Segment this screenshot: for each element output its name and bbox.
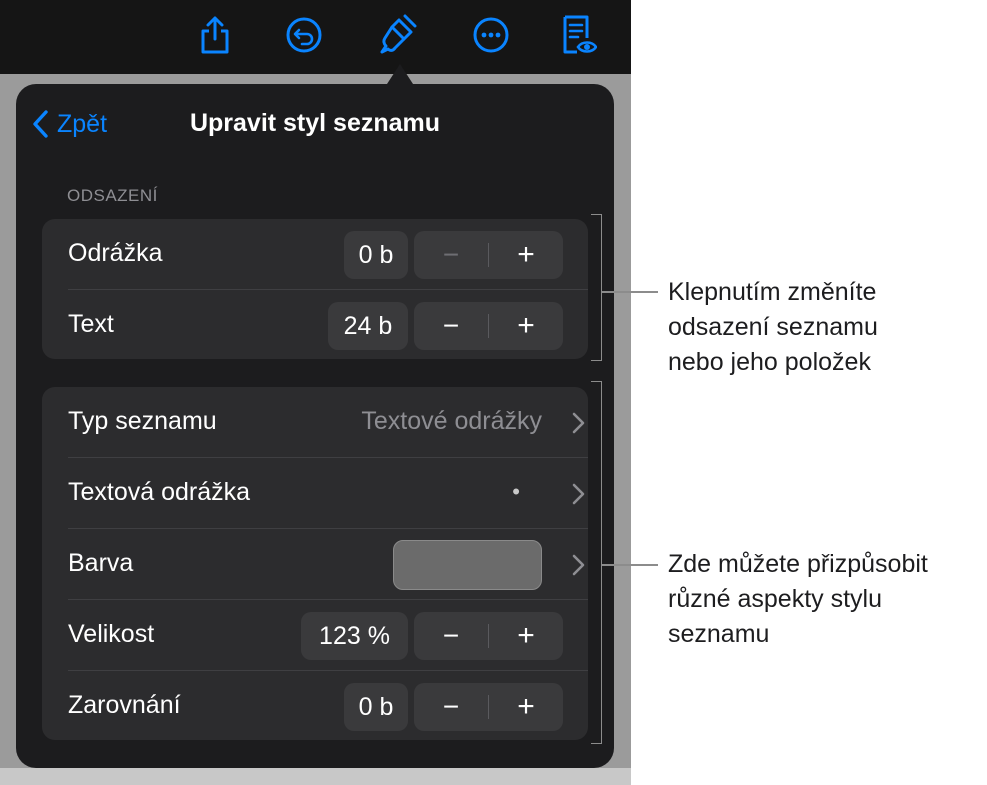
alignment-label: Zarovnání (68, 691, 181, 719)
chevron-right-icon (572, 412, 585, 434)
toolbar (0, 0, 631, 74)
size-stepper: − + (414, 612, 563, 660)
callout-line: různé aspekty stylu (668, 585, 882, 613)
text-bullet-label: Textová odrážka (68, 478, 251, 506)
indent-callout: Klepnutím změníte odsazení seznamu nebo … (668, 275, 878, 380)
list-style-popover: Zpět Upravit styl seznamu ODSAZENÍ Odráž… (16, 84, 614, 768)
style-callout: Zde můžete přizpůsobit různé aspekty sty… (668, 547, 928, 652)
more-icon[interactable] (469, 13, 513, 57)
popover-arrow (387, 64, 413, 84)
format-brush-icon[interactable] (375, 13, 419, 57)
text-indent-row: Text 24 b − + (68, 290, 588, 359)
size-row: Velikost 123 % − + (68, 600, 588, 671)
indent-group: Odrážka 0 b − + Text 24 b − + (42, 219, 588, 359)
bullet-indent-row: Odrážka 0 b − + (68, 219, 588, 290)
indent-bracket (591, 214, 602, 361)
style-group: Typ seznamu Textové odrážky Textová odrá… (42, 387, 588, 740)
section-header-indent: ODSAZENÍ (67, 186, 158, 205)
callout-line: odsazení seznamu (668, 313, 878, 341)
minus-icon: − (442, 691, 460, 722)
increment-button[interactable]: + (489, 683, 563, 731)
plus-icon: + (517, 690, 535, 723)
list-type-label: Typ seznamu (68, 407, 217, 435)
color-row[interactable]: Barva (68, 529, 588, 600)
text-indent-value[interactable]: 24 b (328, 302, 408, 350)
chevron-right-icon (572, 483, 585, 505)
style-bracket (591, 381, 602, 744)
size-label: Velikost (68, 620, 155, 648)
size-value[interactable]: 123 % (301, 612, 408, 660)
text-indent-label: Text (68, 310, 114, 338)
device-screen: Zpět Upravit styl seznamu ODSAZENÍ Odráž… (0, 0, 631, 785)
plus-icon: + (517, 619, 535, 652)
color-swatch[interactable] (393, 540, 542, 590)
text-indent-stepper: − + (414, 302, 563, 350)
chevron-right-icon (572, 554, 585, 576)
decrement-button[interactable]: − (414, 683, 488, 731)
decrement-button[interactable]: − (414, 302, 488, 350)
list-type-row[interactable]: Typ seznamu Textové odrážky (68, 387, 588, 458)
share-icon[interactable] (193, 13, 237, 57)
list-type-value: Textové odrážky (361, 407, 542, 435)
plus-icon: + (517, 238, 535, 271)
callout-line: seznamu (668, 620, 770, 648)
plus-icon: + (517, 309, 535, 342)
text-bullet-value: • (512, 479, 520, 504)
popover-title: Upravit styl seznamu (189, 109, 441, 137)
screen-bottom-edge (0, 768, 631, 785)
text-bullet-row[interactable]: Textová odrážka • (68, 458, 588, 529)
indent-leader-line (602, 291, 658, 293)
alignment-row: Zarovnání 0 b − + (68, 671, 588, 740)
minus-icon: − (442, 310, 460, 341)
minus-icon: − (442, 620, 460, 651)
alignment-stepper: − + (414, 683, 563, 731)
alignment-value[interactable]: 0 b (344, 683, 408, 731)
reader-view-icon[interactable] (557, 13, 601, 57)
callout-line: nebo jeho položek (668, 348, 871, 376)
increment-button[interactable]: + (489, 612, 563, 660)
bullet-indent-value[interactable]: 0 b (344, 231, 408, 279)
callout-line: Zde můžete přizpůsobit (668, 550, 928, 578)
bullet-indent-label: Odrážka (68, 239, 163, 267)
decrement-button[interactable]: − (414, 612, 488, 660)
increment-button[interactable]: + (489, 302, 563, 350)
decrement-button[interactable]: − (414, 231, 488, 279)
increment-button[interactable]: + (489, 231, 563, 279)
undo-icon[interactable] (282, 13, 326, 57)
color-label: Barva (68, 549, 134, 577)
callout-line: Klepnutím změníte (668, 278, 877, 306)
minus-icon: − (442, 239, 460, 270)
style-leader-line (602, 564, 658, 566)
bullet-indent-stepper: − + (414, 231, 563, 279)
